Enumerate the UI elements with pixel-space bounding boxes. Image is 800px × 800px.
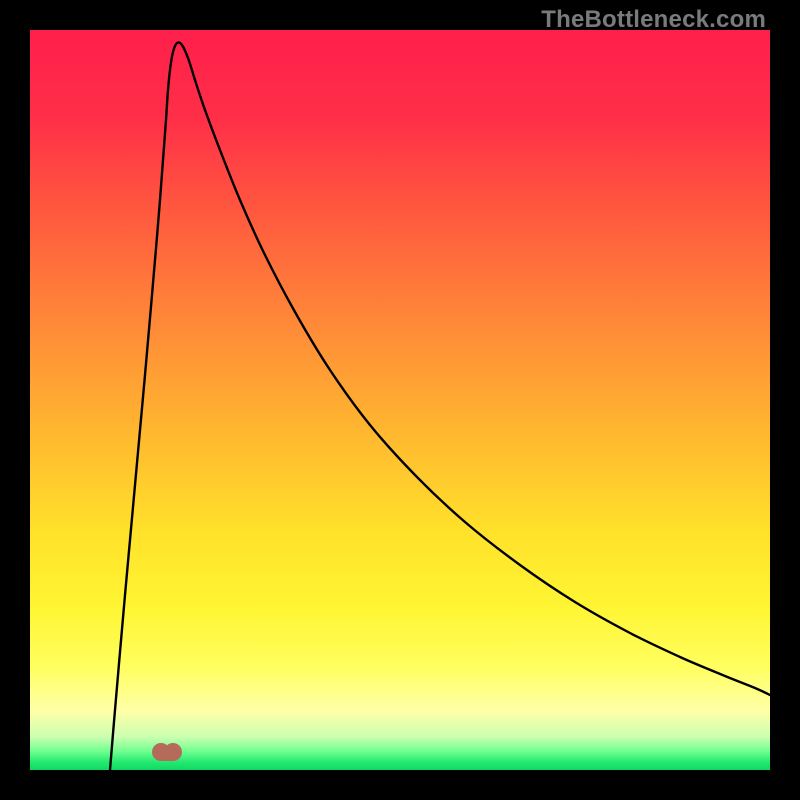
plot-area [30, 30, 770, 770]
bottleneck-curve [30, 30, 770, 770]
watermark-text: TheBottleneck.com [541, 6, 766, 34]
optimal-point-marker [152, 743, 182, 761]
chart-frame: TheBottleneck.com [0, 0, 800, 800]
